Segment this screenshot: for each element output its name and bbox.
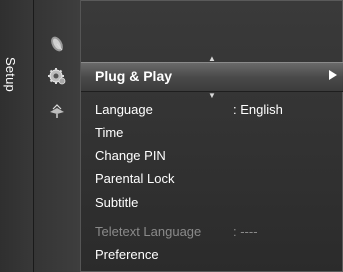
menu-item-value: : ---- [233,224,258,239]
menu-item-language[interactable]: Language : English [95,100,335,120]
menu-item-teletext-language: Teletext Language : ---- [95,222,335,242]
menu-item-label: Preference [95,247,159,262]
right-arrow-icon [329,70,337,80]
gear-icon[interactable] [47,66,67,86]
setup-menu-list: ▲ Plug & Play ▼ Language : English Time … [81,0,343,272]
menu-item-change-pin[interactable]: Change PIN [95,146,335,166]
category-tab: Setup [0,0,34,272]
menu-item-label: Parental Lock [95,171,175,186]
menu-item-label: Language [95,102,153,117]
menu-item-time[interactable]: Time [95,123,335,143]
scroll-down-icon[interactable]: ▼ [208,92,216,100]
menu-item-subtitle[interactable]: Subtitle [95,193,335,213]
menu-item-label: Time [95,125,124,140]
signal-antenna-icon[interactable] [47,100,67,120]
menu-item-plug-and-play[interactable]: Plug & Play [81,62,343,92]
menu-item-parental-lock[interactable]: Parental Lock [95,169,335,189]
category-tab-label: Setup [3,57,18,92]
menu-item-label: Subtitle [95,195,139,210]
category-icon-column [34,0,113,272]
menu-item-label: Plug & Play [95,68,173,84]
menu-item-label: Teletext Language [95,224,202,239]
setup-menu-screen: Setup ▲ Plug & Play ▼ Language: English… [0,0,343,272]
menu-item-label: Change PIN [95,148,166,163]
menu-item-value: : English [233,102,283,117]
satellite-dish-icon[interactable] [47,34,67,54]
menu-item-preference[interactable]: Preference [95,245,335,265]
